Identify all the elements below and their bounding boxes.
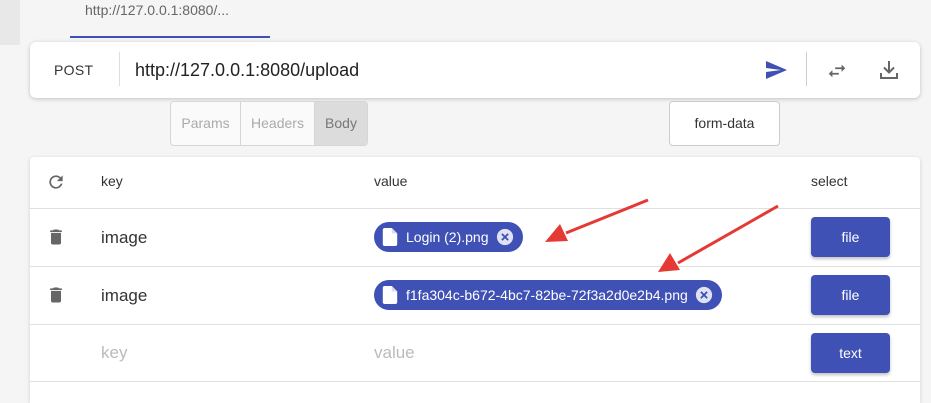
url-input[interactable]: http://127.0.0.1:8080/upload bbox=[135, 60, 359, 81]
body-tabs: Params Headers Body bbox=[170, 101, 368, 146]
delete-icon[interactable] bbox=[46, 285, 66, 305]
tab-params[interactable]: Params bbox=[171, 102, 241, 145]
active-tab-indicator bbox=[70, 36, 270, 38]
request-tab[interactable]: http://127.0.0.1:8080/... bbox=[85, 2, 229, 18]
select-file-button[interactable]: file bbox=[811, 217, 890, 257]
send-icon[interactable] bbox=[763, 58, 789, 82]
divider bbox=[119, 52, 120, 86]
file-name: Login (2).png bbox=[406, 229, 489, 245]
file-chip[interactable]: f1fa304c-b672-4bc7-82be-72f3a2d0e2b4.png bbox=[374, 280, 722, 310]
divider bbox=[806, 52, 807, 86]
header-key: key bbox=[101, 173, 123, 189]
row-key[interactable]: image bbox=[101, 228, 147, 248]
tab-headers[interactable]: Headers bbox=[241, 102, 315, 145]
header-value: value bbox=[374, 173, 408, 189]
left-panel-edge bbox=[0, 0, 20, 45]
delete-icon[interactable] bbox=[46, 227, 66, 247]
file-chip[interactable]: Login (2).png bbox=[374, 222, 523, 252]
body-type-button[interactable]: form-data bbox=[669, 101, 780, 146]
file-icon bbox=[382, 228, 398, 246]
table-header: key value select bbox=[30, 157, 920, 209]
tab-body[interactable]: Body bbox=[315, 102, 367, 145]
method-select[interactable]: POST bbox=[54, 62, 93, 78]
table-row-new: key value text bbox=[30, 325, 920, 382]
table-row: image f1fa304c-b672-4bc7-82be-72f3a2d0e2… bbox=[30, 267, 920, 325]
new-value-input[interactable]: value bbox=[374, 343, 415, 363]
request-bar: POST http://127.0.0.1:8080/upload bbox=[30, 42, 920, 98]
new-key-input[interactable]: key bbox=[101, 343, 127, 363]
table-row: image Login (2).png file bbox=[30, 209, 920, 267]
remove-icon[interactable] bbox=[496, 228, 514, 246]
form-data-table: key value select image Login (2).png fil… bbox=[30, 157, 920, 403]
remove-icon[interactable] bbox=[695, 286, 713, 304]
row-key[interactable]: image bbox=[101, 286, 147, 306]
header-select: select bbox=[811, 173, 848, 189]
file-icon bbox=[382, 286, 398, 304]
file-name: f1fa304c-b672-4bc7-82be-72f3a2d0e2b4.png bbox=[406, 287, 688, 303]
select-text-button[interactable]: text bbox=[811, 333, 890, 373]
swap-icon[interactable] bbox=[826, 60, 848, 82]
select-file-button[interactable]: file bbox=[811, 275, 890, 315]
download-icon[interactable] bbox=[877, 58, 901, 82]
refresh-icon[interactable] bbox=[46, 172, 66, 192]
